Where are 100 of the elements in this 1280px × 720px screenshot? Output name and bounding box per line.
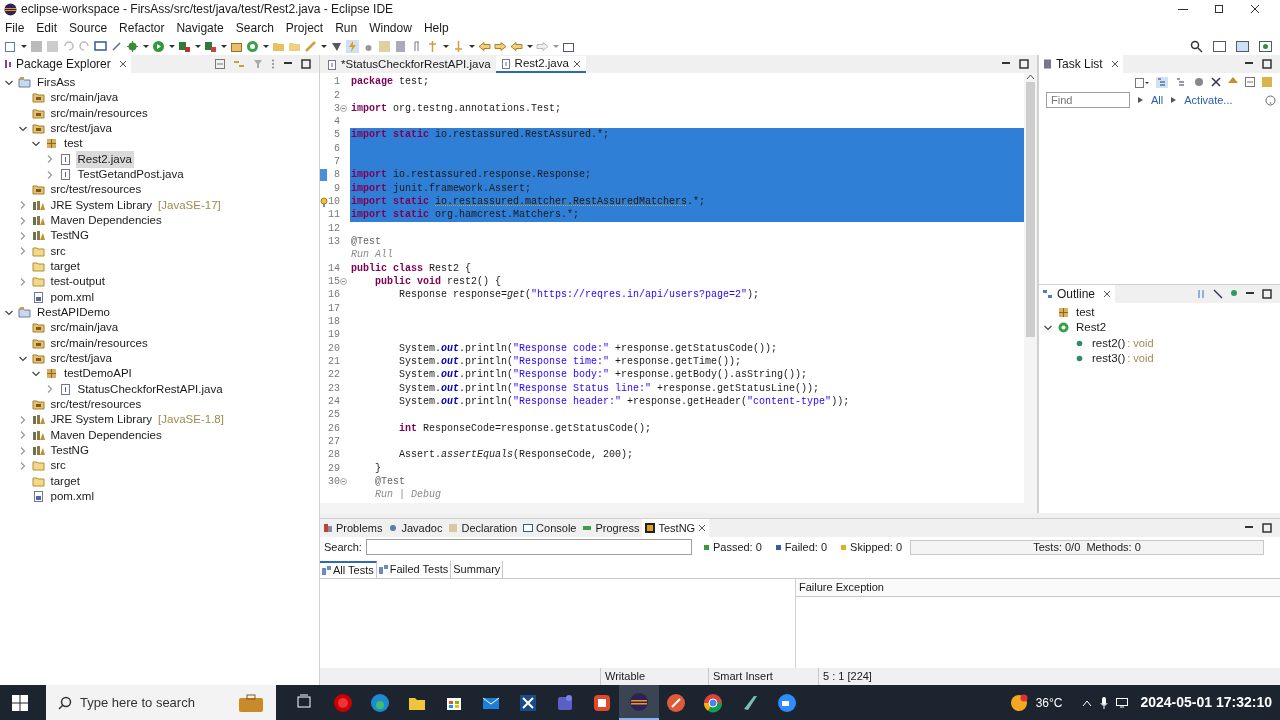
run-icon[interactable] xyxy=(152,39,165,53)
menu-item[interactable]: Run xyxy=(335,18,358,37)
console-icon[interactable] xyxy=(94,39,107,53)
network-icon[interactable] xyxy=(1116,697,1129,708)
view-tab[interactable]: Problems xyxy=(320,519,386,537)
maximize-icon[interactable] xyxy=(1262,289,1272,299)
help-icon[interactable] xyxy=(1265,94,1276,106)
taskbar-button[interactable] xyxy=(619,685,659,720)
tree-item[interactable]: src/test/java xyxy=(48,120,114,138)
tree-item[interactable]: src/main/java xyxy=(48,89,121,107)
office-icon[interactable] xyxy=(592,692,612,713)
code-lens[interactable]: Run | Debug xyxy=(350,487,441,503)
maximize-icon[interactable] xyxy=(1214,4,1224,14)
close-icon[interactable] xyxy=(1110,60,1119,68)
tree-item[interactable]: test xyxy=(62,135,85,153)
new-icon[interactable] xyxy=(4,39,17,53)
search-field[interactable] xyxy=(365,539,692,555)
tree-item[interactable]: test xyxy=(1074,304,1097,322)
filter-link[interactable]: All xyxy=(1151,91,1164,109)
view-tab[interactable]: Javadoc xyxy=(385,519,446,537)
close-icon[interactable] xyxy=(118,60,127,68)
bug-icon[interactable] xyxy=(126,39,139,53)
tree-item[interactable]: target xyxy=(48,258,82,276)
tree-item[interactable]: target xyxy=(48,472,82,490)
new-task-icon[interactable] xyxy=(1135,76,1149,88)
tool-icon[interactable] xyxy=(666,692,686,713)
tree-item[interactable]: Maven Dependencies xyxy=(48,426,164,444)
close-icon[interactable] xyxy=(1103,290,1112,298)
search-icon[interactable] xyxy=(1190,39,1203,53)
chevron-up-icon[interactable] xyxy=(1082,698,1093,707)
tree-item[interactable]: StatusCheckforRestAPI.java xyxy=(75,380,225,398)
tree-item[interactable]: FirsAss xyxy=(35,74,78,92)
more-icon[interactable] xyxy=(271,59,275,69)
tree-item[interactable]: src/main/resources xyxy=(48,104,150,122)
maximize-icon[interactable] xyxy=(1019,59,1029,69)
java-perspective-icon[interactable] xyxy=(1236,39,1249,53)
close-icon[interactable] xyxy=(572,59,581,68)
maximize-icon[interactable] xyxy=(301,59,311,69)
menu-item[interactable]: Help xyxy=(423,18,449,37)
tree-item[interactable]: Maven Dependencies xyxy=(48,212,164,230)
subtab[interactable]: Summary xyxy=(451,561,504,578)
weather-icon[interactable] xyxy=(1009,693,1028,712)
people-icon[interactable] xyxy=(555,692,575,713)
subtab[interactable]: All Tests xyxy=(320,561,377,578)
find-field[interactable]: Find xyxy=(1046,92,1130,108)
close-icon[interactable] xyxy=(1250,4,1260,14)
menu-item[interactable]: Navigate xyxy=(176,18,224,37)
tree-item[interactable]: src/main/java xyxy=(48,319,121,337)
tree-item[interactable]: TestNG xyxy=(48,441,91,460)
taskbar-search-field[interactable]: Type here to search xyxy=(46,685,276,720)
horizontal-scrollbar[interactable] xyxy=(320,503,1037,513)
view-tab[interactable]: Declaration xyxy=(445,519,521,537)
video-call-icon[interactable] xyxy=(777,692,797,713)
tree-item[interactable]: Rest2 xyxy=(1074,319,1109,337)
record-icon[interactable] xyxy=(333,692,353,713)
forward-icon[interactable] xyxy=(494,39,507,53)
browser-icon[interactable] xyxy=(370,692,390,713)
maximize-icon[interactable] xyxy=(1262,59,1272,69)
lightbulb-icon[interactable] xyxy=(320,195,328,208)
fold-icon[interactable] xyxy=(340,478,347,485)
microphone-icon[interactable] xyxy=(1100,696,1109,709)
menu-item[interactable]: Search xyxy=(235,18,274,37)
perspective-icon[interactable] xyxy=(1213,39,1226,53)
editor-tab[interactable]: Rest2.java xyxy=(495,56,586,73)
close-icon[interactable] xyxy=(698,524,707,532)
tree-item[interactable]: pom.xml xyxy=(48,288,96,306)
tree-item[interactable]: test-output xyxy=(48,273,107,291)
tree-item[interactable]: pom.xml xyxy=(48,487,96,506)
maximize-icon[interactable] xyxy=(1262,523,1272,533)
menu-item[interactable]: Project xyxy=(285,18,324,37)
collapse-icon[interactable] xyxy=(215,59,225,69)
scrollbar[interactable] xyxy=(1024,73,1037,503)
code-lens[interactable]: Run All xyxy=(350,247,393,263)
view-tab[interactable]: Console xyxy=(520,519,580,537)
tree-item[interactable]: JRE System Library xyxy=(48,411,155,429)
tree-item[interactable]: TestGetandPost.java xyxy=(75,166,186,184)
menu-item[interactable]: Window xyxy=(369,18,412,37)
view-tab[interactable]: Task List xyxy=(1039,55,1123,73)
fold-icon[interactable] xyxy=(340,278,347,286)
tree-item[interactable]: src xyxy=(48,242,68,260)
tree-item[interactable]: src/test/resources xyxy=(48,181,144,199)
view-tab[interactable]: Package Explorer xyxy=(0,55,131,73)
debug-perspective-icon[interactable] xyxy=(1259,39,1272,53)
tree-item[interactable]: JRE System Library xyxy=(48,196,155,214)
tree-item[interactable]: src/test/java xyxy=(48,349,114,368)
tree-item[interactable]: rest3() xyxy=(1090,349,1128,368)
fold-icon[interactable] xyxy=(340,104,347,112)
chrome-icon[interactable] xyxy=(703,692,723,713)
tree-item[interactable]: src/main/resources xyxy=(48,334,150,352)
menu-item[interactable]: Edit xyxy=(36,18,58,37)
tree-item[interactable]: RestAPIDemo xyxy=(35,303,112,322)
scroll-up-icon[interactable] xyxy=(1026,73,1035,80)
view-tab[interactable]: Progress xyxy=(579,519,643,537)
tree-item[interactable]: src/test/resources xyxy=(48,395,144,414)
tree-item[interactable]: TestNG xyxy=(48,227,91,245)
windows-start-icon[interactable] xyxy=(12,694,28,711)
tree-item[interactable]: Rest2.java xyxy=(75,150,134,168)
subtab[interactable]: Failed Tests xyxy=(376,561,452,578)
menu-item[interactable]: Refactor xyxy=(119,18,165,37)
view-tab[interactable]: Outline xyxy=(1039,285,1116,303)
